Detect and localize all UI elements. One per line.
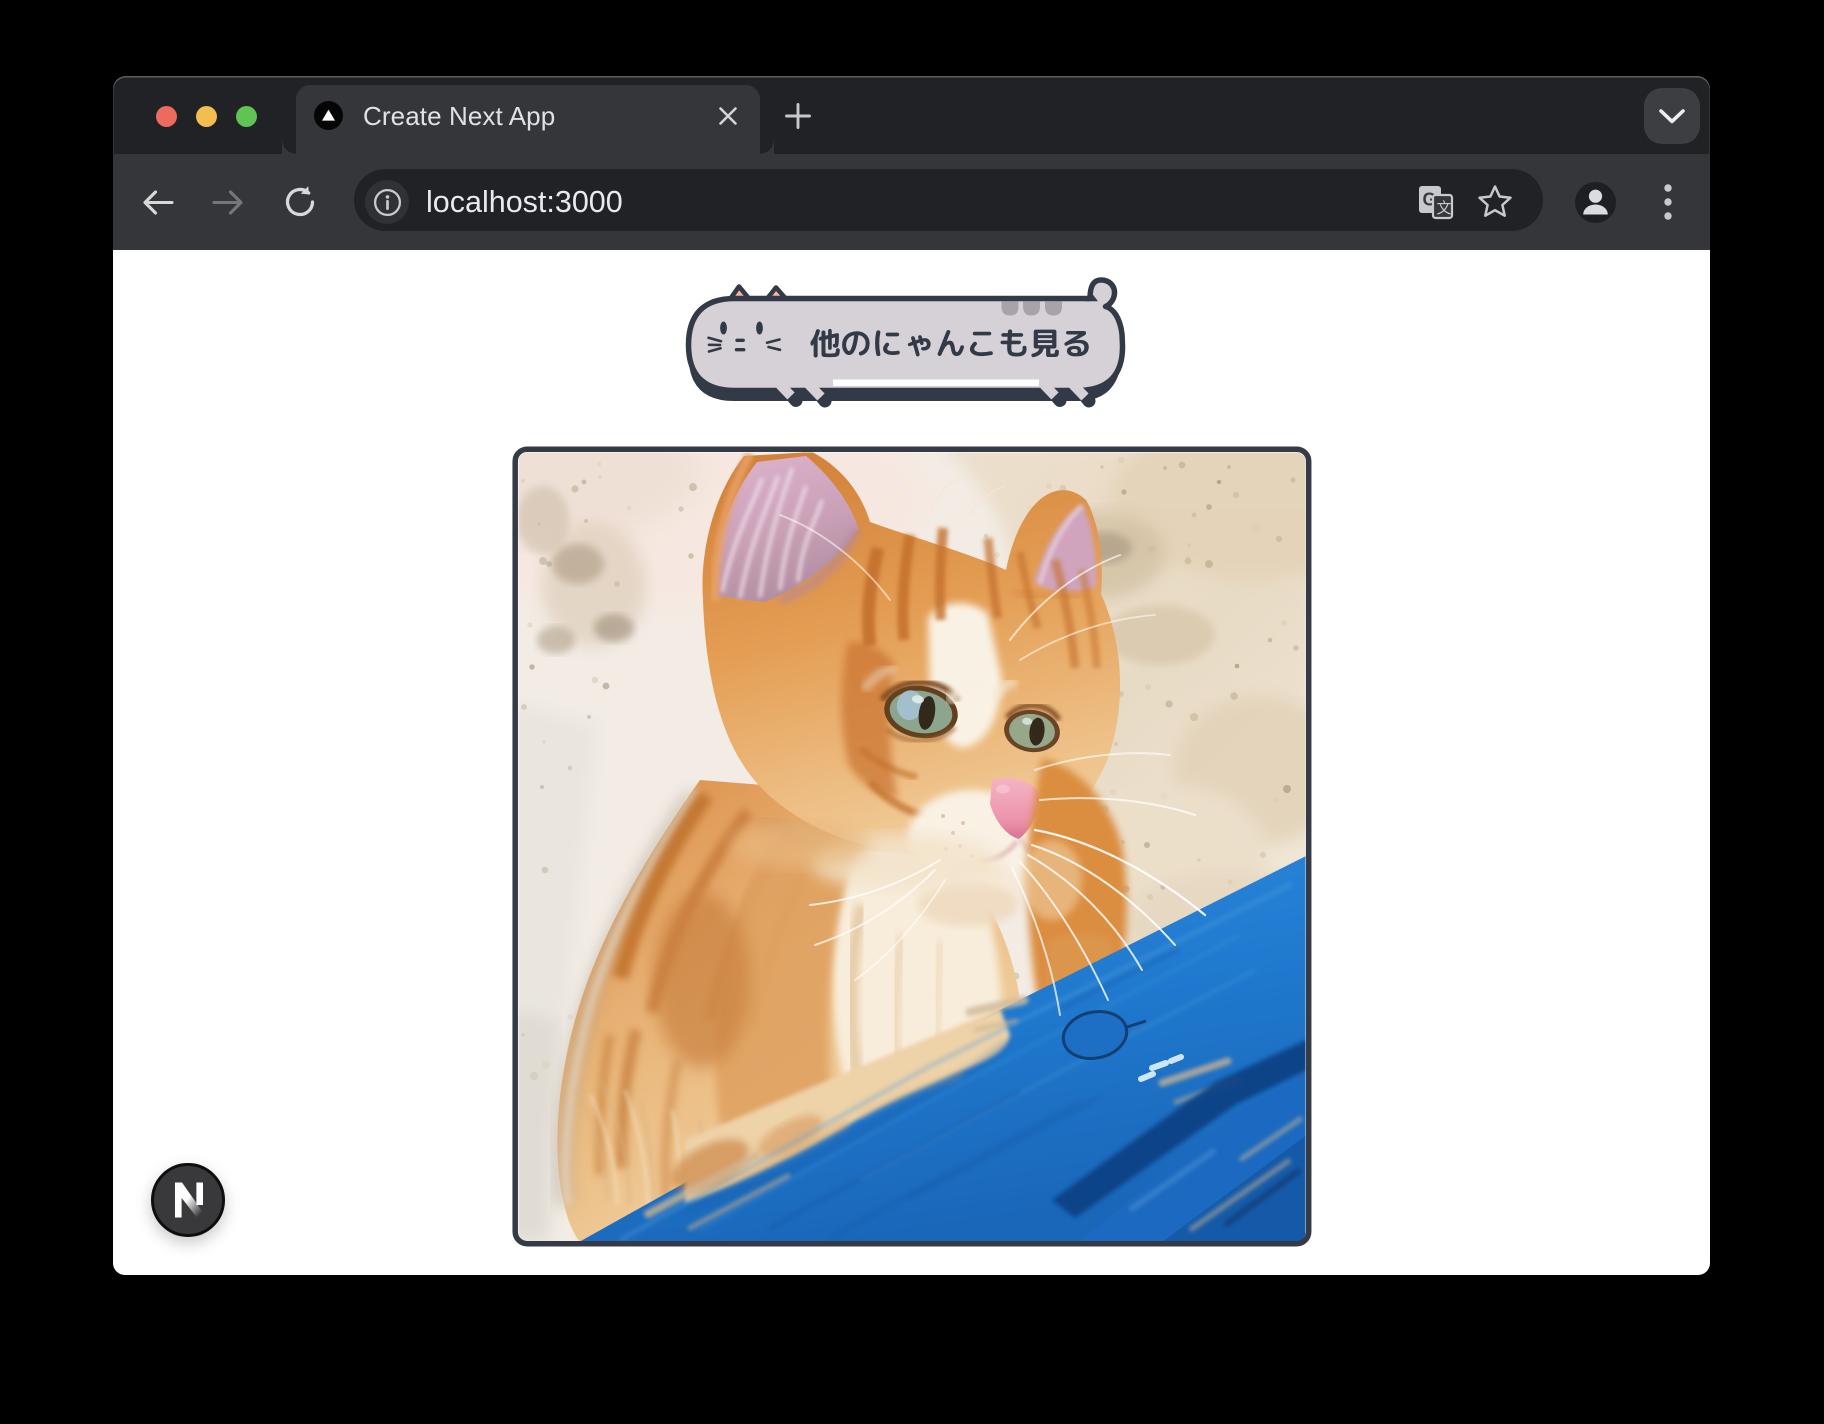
svg-text:文: 文 xyxy=(1436,200,1451,217)
